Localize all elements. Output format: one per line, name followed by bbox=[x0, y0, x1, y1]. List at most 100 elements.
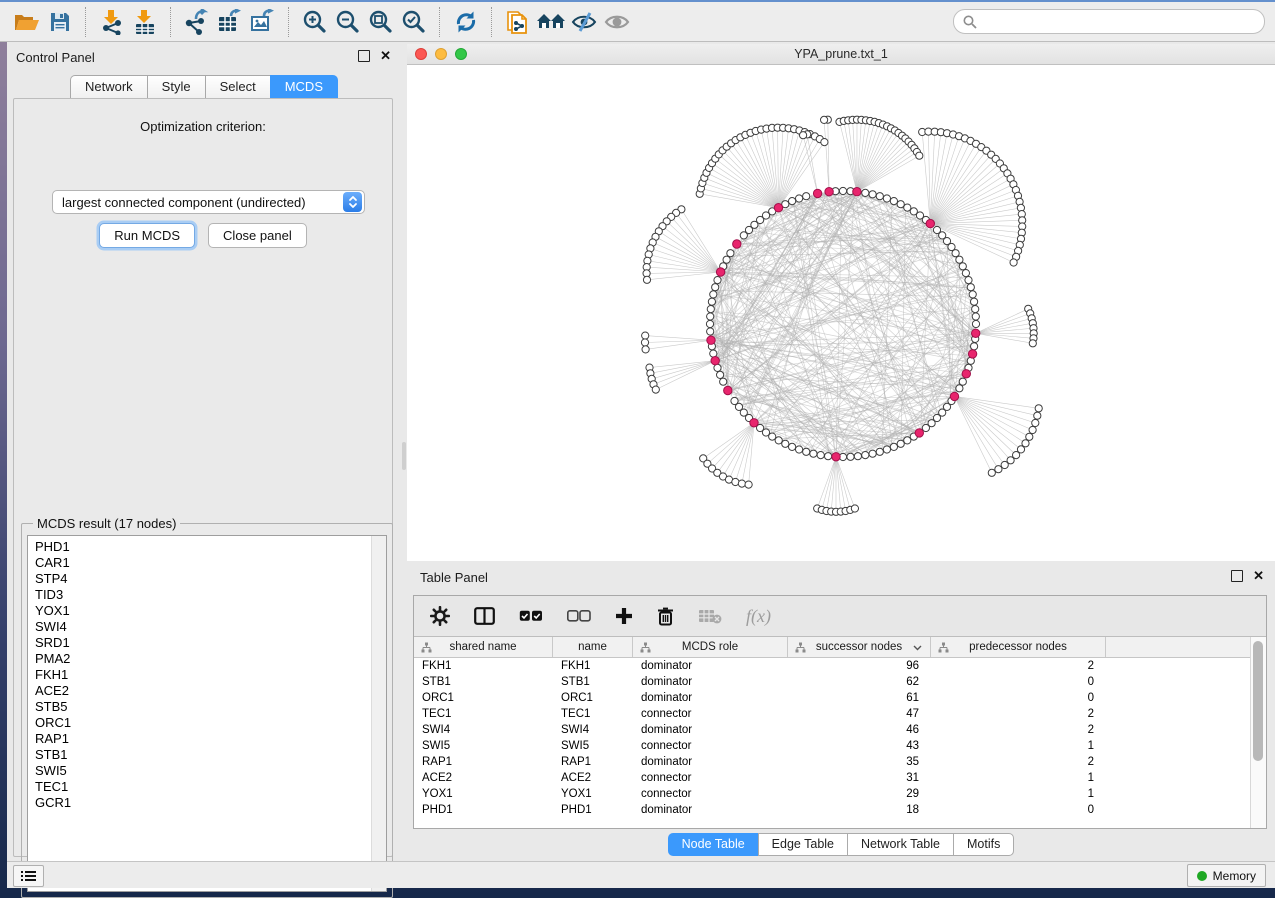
zoom-out-icon[interactable] bbox=[331, 6, 364, 38]
network-canvas[interactable] bbox=[407, 65, 1275, 561]
run-mcds-button[interactable]: Run MCDS bbox=[99, 223, 195, 248]
network-node[interactable] bbox=[706, 320, 713, 327]
network-node[interactable] bbox=[1029, 426, 1036, 433]
mcds-node[interactable] bbox=[733, 240, 741, 248]
refresh-icon[interactable] bbox=[449, 6, 482, 38]
network-node[interactable] bbox=[956, 385, 963, 392]
mcds-result-item[interactable]: SRD1 bbox=[35, 635, 386, 651]
delete-icon[interactable] bbox=[657, 606, 674, 626]
table-row[interactable]: ORC1ORC1dominator610 bbox=[414, 690, 1251, 706]
mcds-result-item[interactable]: STB5 bbox=[35, 699, 386, 715]
memory-button[interactable]: Memory bbox=[1187, 864, 1266, 887]
network-node[interactable] bbox=[708, 298, 715, 305]
tab-motifs[interactable]: Motifs bbox=[953, 833, 1014, 856]
tab-style[interactable]: Style bbox=[147, 75, 205, 99]
network-node[interactable] bbox=[723, 256, 730, 263]
network-node[interactable] bbox=[869, 191, 876, 198]
network-node[interactable] bbox=[1035, 405, 1042, 412]
float-panel-icon[interactable] bbox=[358, 50, 370, 62]
network-node[interactable] bbox=[876, 448, 883, 455]
network-node[interactable] bbox=[769, 433, 776, 440]
network-node[interactable] bbox=[707, 313, 714, 320]
network-node[interactable] bbox=[821, 139, 828, 146]
search-box[interactable] bbox=[953, 9, 1265, 34]
network-node[interactable] bbox=[727, 250, 734, 257]
network-node[interactable] bbox=[652, 386, 659, 393]
network-node[interactable] bbox=[1032, 419, 1039, 426]
window-minimize-icon[interactable] bbox=[435, 48, 447, 60]
network-node[interactable] bbox=[1001, 461, 1008, 468]
open-folder-icon[interactable] bbox=[10, 6, 43, 38]
mcds-result-item[interactable]: CAR1 bbox=[35, 555, 386, 571]
network-node[interactable] bbox=[971, 343, 978, 350]
network-node[interactable] bbox=[710, 291, 717, 298]
mcds-node[interactable] bbox=[832, 453, 840, 461]
network-node[interactable] bbox=[803, 193, 810, 200]
network-node[interactable] bbox=[789, 443, 796, 450]
window-zoom-icon[interactable] bbox=[455, 48, 467, 60]
column-header-shared-name[interactable]: shared name bbox=[414, 637, 553, 657]
mcds-result-item[interactable]: ORC1 bbox=[35, 715, 386, 731]
mcds-result-item[interactable]: PMA2 bbox=[35, 651, 386, 667]
network-node[interactable] bbox=[883, 195, 890, 202]
tab-edge-table[interactable]: Edge Table bbox=[758, 833, 847, 856]
zoom-selected-icon[interactable] bbox=[397, 6, 430, 38]
criterion-dropdown[interactable]: largest connected component (undirected) bbox=[52, 190, 365, 214]
show-columns-icon[interactable] bbox=[474, 607, 495, 625]
network-node[interactable] bbox=[995, 466, 1002, 473]
network-node[interactable] bbox=[775, 437, 782, 444]
network-node[interactable] bbox=[959, 378, 966, 385]
table-row[interactable]: TEC1TEC1connector472 bbox=[414, 706, 1251, 722]
network-node[interactable] bbox=[825, 453, 832, 460]
network-node[interactable] bbox=[740, 232, 747, 239]
mcds-node[interactable] bbox=[853, 188, 861, 196]
mcds-result-item[interactable]: TID3 bbox=[35, 587, 386, 603]
network-node[interactable] bbox=[803, 448, 810, 455]
network-node[interactable] bbox=[897, 440, 904, 447]
import-table-icon[interactable] bbox=[128, 6, 161, 38]
mcds-list-scrollbar[interactable] bbox=[371, 536, 386, 891]
mcds-result-item[interactable]: STP4 bbox=[35, 571, 386, 587]
network-node[interactable] bbox=[800, 132, 807, 139]
network-node[interactable] bbox=[904, 437, 911, 444]
column-header-predecessor-nodes[interactable]: predecessor nodes bbox=[931, 637, 1106, 657]
network-node[interactable] bbox=[962, 270, 969, 277]
houses-icon[interactable] bbox=[534, 6, 567, 38]
network-node[interactable] bbox=[817, 452, 824, 459]
network-node[interactable] bbox=[847, 453, 854, 460]
save-icon[interactable] bbox=[43, 6, 76, 38]
mcds-node[interactable] bbox=[968, 350, 976, 358]
splitter-grip[interactable] bbox=[402, 442, 406, 470]
mcds-node[interactable] bbox=[962, 370, 970, 378]
network-node[interactable] bbox=[1010, 259, 1017, 266]
network-node[interactable] bbox=[972, 320, 979, 327]
table-row[interactable]: FKH1FKH1dominator962 bbox=[414, 658, 1251, 674]
close-table-panel-icon[interactable]: ✕ bbox=[1253, 571, 1264, 581]
network-node[interactable] bbox=[972, 306, 979, 313]
mcds-result-item[interactable]: FKH1 bbox=[35, 667, 386, 683]
task-history-button[interactable] bbox=[13, 865, 44, 887]
network-node[interactable] bbox=[851, 505, 858, 512]
table-row[interactable]: STB1STB1dominator620 bbox=[414, 674, 1251, 690]
add-column-icon[interactable] bbox=[615, 607, 633, 625]
mcds-node[interactable] bbox=[915, 429, 923, 437]
mcds-node[interactable] bbox=[813, 189, 821, 197]
close-panel-button[interactable]: Close panel bbox=[208, 223, 307, 248]
network-node[interactable] bbox=[745, 481, 752, 488]
window-close-icon[interactable] bbox=[415, 48, 427, 60]
network-node[interactable] bbox=[642, 332, 649, 339]
network-node[interactable] bbox=[796, 195, 803, 202]
mcds-node[interactable] bbox=[825, 188, 833, 196]
hide-eye-icon[interactable] bbox=[567, 6, 600, 38]
network-node[interactable] bbox=[916, 152, 923, 159]
network-node[interactable] bbox=[641, 339, 648, 346]
network-node[interactable] bbox=[810, 450, 817, 457]
network-node[interactable] bbox=[959, 263, 966, 270]
table-row[interactable]: RAP1RAP1dominator352 bbox=[414, 754, 1251, 770]
document-network-icon[interactable] bbox=[501, 6, 534, 38]
network-node[interactable] bbox=[642, 346, 649, 353]
import-network-icon[interactable] bbox=[95, 6, 128, 38]
column-header-MCDS-role[interactable]: MCDS role bbox=[633, 637, 788, 657]
show-eye-icon[interactable] bbox=[600, 6, 633, 38]
network-node[interactable] bbox=[972, 313, 979, 320]
